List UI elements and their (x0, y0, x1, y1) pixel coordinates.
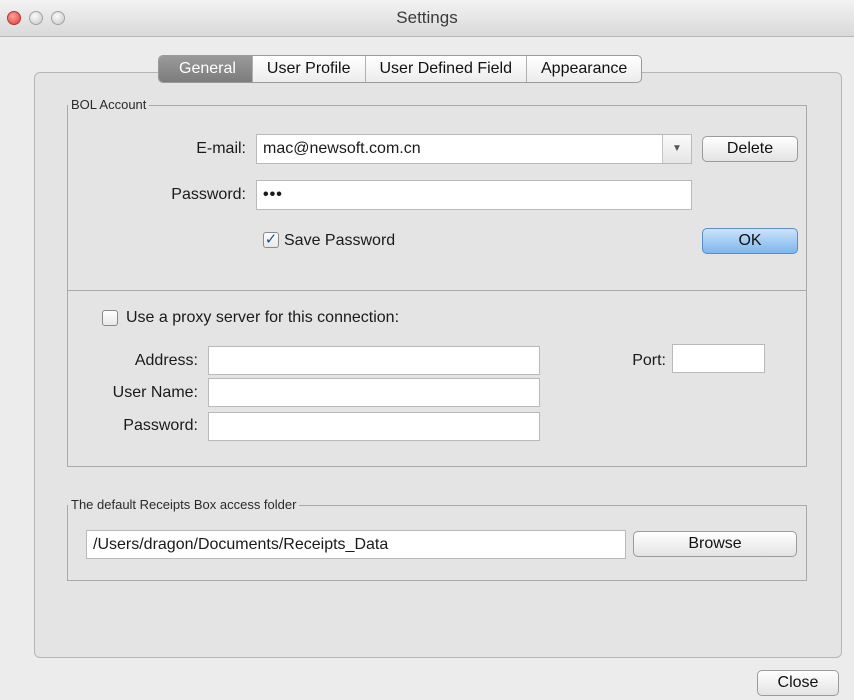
chevron-down-icon[interactable]: ▼ (662, 135, 691, 163)
address-label: Address: (134, 352, 198, 369)
delete-button[interactable]: Delete (702, 136, 798, 162)
tab-user-profile[interactable]: User Profile (251, 56, 365, 82)
group-divider (68, 290, 806, 291)
bol-account-legend: BOL Account (68, 97, 150, 112)
proxy-checkbox[interactable] (102, 310, 118, 326)
save-password-checkbox[interactable]: ✓ (263, 232, 279, 248)
save-password-label: Save Password (284, 232, 396, 249)
tab-bar: General User Profile User Defined Field App… (158, 55, 643, 83)
proxy-password-field[interactable] (208, 412, 540, 441)
proxy-password-label: Password: (123, 417, 198, 434)
bol-account-group: BOL Account E-mail: mac@newsoft.com.cn ▼… (67, 97, 807, 467)
username-field[interactable] (208, 378, 540, 407)
ok-button[interactable]: OK (702, 228, 798, 254)
tab-user-defined-field[interactable]: User Defined Field (364, 56, 527, 82)
address-field[interactable] (208, 346, 540, 375)
window-title: Settings (396, 8, 458, 27)
port-field[interactable] (672, 344, 765, 373)
folder-path-field[interactable]: /Users/dragon/Documents/Receipts_Data (86, 530, 626, 559)
proxy-label: Use a proxy server for this connection: (126, 309, 400, 326)
receipts-folder-legend: The default Receipts Box access folder (68, 497, 300, 512)
tab-appearance[interactable]: Appearance (526, 56, 641, 82)
receipts-folder-group: The default Receipts Box access folder /… (67, 497, 807, 581)
password-label: Password: (171, 186, 246, 203)
email-label: E-mail: (196, 140, 246, 157)
close-button[interactable]: Close (757, 670, 839, 696)
browse-button[interactable]: Browse (633, 531, 797, 557)
email-combobox[interactable]: mac@newsoft.com.cn ▼ (256, 134, 692, 164)
tab-general[interactable]: General (159, 56, 252, 82)
port-label: Port: (632, 352, 666, 369)
email-value: mac@newsoft.com.cn (263, 140, 421, 157)
username-label: User Name: (112, 384, 198, 401)
title-bar: Settings (0, 0, 854, 37)
settings-panel: BOL Account E-mail: mac@newsoft.com.cn ▼… (34, 72, 842, 658)
password-field[interactable]: ••• (256, 180, 692, 210)
